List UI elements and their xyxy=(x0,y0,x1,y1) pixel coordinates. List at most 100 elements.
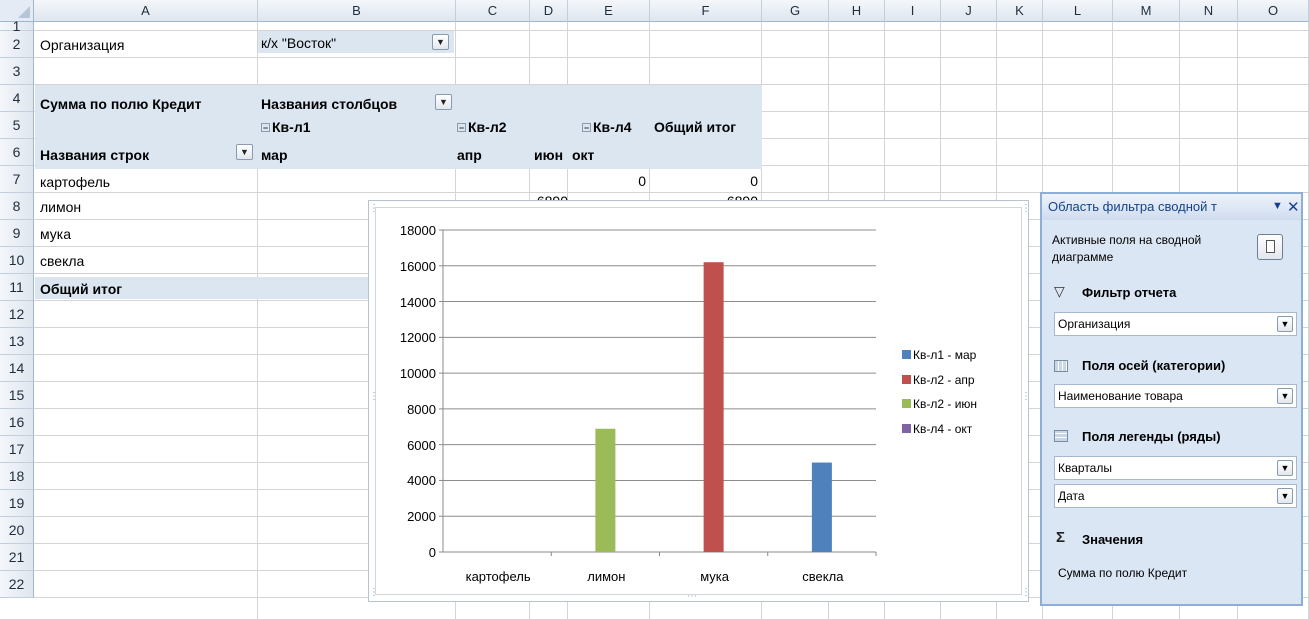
row-header-11[interactable]: 11 xyxy=(0,274,34,301)
row-header-16[interactable]: 16 xyxy=(0,409,34,436)
cell-a3[interactable]: Сумма по полю Кредит xyxy=(40,95,201,113)
cell-a8[interactable]: мука xyxy=(40,225,71,243)
row-header-5[interactable]: 5 xyxy=(0,112,34,139)
row-header-12[interactable]: 12 xyxy=(0,301,34,328)
dropdown-button[interactable]: ▼ xyxy=(1277,388,1293,404)
pane-menu-icon[interactable]: ▼ xyxy=(1272,200,1283,212)
axis-field[interactable]: Наименование товара ▼ xyxy=(1054,384,1297,408)
cell-b1[interactable]: к/х "Восток" xyxy=(261,34,336,52)
collapse-icon[interactable]: − xyxy=(457,123,466,133)
resize-handle[interactable]: ⋯ xyxy=(687,591,697,602)
column-header-e[interactable]: E xyxy=(568,0,650,22)
column-header-n[interactable]: N xyxy=(1180,0,1238,22)
column-header-l[interactable]: L xyxy=(1043,0,1113,22)
pane-title-bar[interactable]: Область фильтра сводной т xyxy=(1042,194,1301,220)
row-header-3[interactable]: 3 xyxy=(0,58,34,85)
report-filter-field[interactable]: Организация ▼ xyxy=(1054,312,1297,336)
values-field[interactable]: Сумма по полю Кредит xyxy=(1058,566,1187,580)
cell-e6[interactable]: 0 xyxy=(570,172,646,190)
x-tick-label: свекла xyxy=(802,569,844,584)
row-header-17[interactable]: 17 xyxy=(0,436,34,463)
resize-handle[interactable]: ⋮ xyxy=(369,203,379,214)
cell-b5[interactable]: мар xyxy=(261,146,288,164)
cell-a1[interactable]: Организация xyxy=(40,36,124,54)
column-header-c[interactable]: C xyxy=(456,0,530,22)
cell-a6[interactable]: картофель xyxy=(40,173,110,191)
resize-handle[interactable]: ⋮ xyxy=(1021,203,1031,214)
column-header-b[interactable]: B xyxy=(258,0,456,22)
column-header-a[interactable]: A xyxy=(34,0,258,22)
row-header-8[interactable]: 8 xyxy=(0,193,34,220)
row-header-1[interactable]: 1 xyxy=(0,19,34,33)
row-header-20[interactable]: 20 xyxy=(0,517,34,544)
row-header-6[interactable]: 6 xyxy=(0,139,34,166)
row-header-21[interactable]: 21 xyxy=(0,544,34,571)
y-tick-label: 16000 xyxy=(399,258,436,274)
resize-handle[interactable]: ⋮ xyxy=(1021,587,1031,598)
cell-c4[interactable]: − Кв-л2 xyxy=(457,118,507,136)
row-labels-dropdown[interactable]: ▼ xyxy=(236,144,253,160)
cell-a9[interactable]: свекла xyxy=(40,252,84,270)
gridline xyxy=(34,57,1309,58)
legend-item[interactable]: Кв-л2 - июн xyxy=(902,397,977,411)
legend-field-1[interactable]: Кварталы ▼ xyxy=(1054,456,1297,480)
legend-item[interactable]: Кв-л1 - мар xyxy=(902,348,976,362)
legend-item[interactable]: Кв-л4 - окт xyxy=(902,422,972,436)
column-header-h[interactable]: H xyxy=(829,0,885,22)
cell-f6[interactable]: 0 xyxy=(650,172,758,190)
field-list-icon[interactable] xyxy=(1257,234,1283,260)
filter-button[interactable]: ▼ xyxy=(432,34,449,50)
close-icon[interactable]: ✕ xyxy=(1287,198,1300,216)
column-header-o[interactable]: O xyxy=(1238,0,1309,22)
cell-a7[interactable]: лимон xyxy=(40,198,81,216)
bar[interactable] xyxy=(703,262,724,552)
cell-c5[interactable]: апр xyxy=(457,146,482,164)
legend-label: Кв-л2 - июн xyxy=(913,397,978,411)
column-header-d[interactable]: D xyxy=(530,0,568,22)
cell-e4[interactable]: − Кв-л4 xyxy=(582,118,632,136)
dropdown-button[interactable]: ▼ xyxy=(1277,460,1293,476)
resize-handle[interactable]: ⋮ xyxy=(369,391,379,402)
legend-item[interactable]: Кв-л2 - апр xyxy=(902,373,975,387)
row-header-10[interactable]: 10 xyxy=(0,247,34,274)
column-header-k[interactable]: K xyxy=(997,0,1043,22)
filter-button[interactable]: ▼ xyxy=(1277,316,1293,332)
column-header-i[interactable]: I xyxy=(885,0,941,22)
cell-a5[interactable]: Названия строк xyxy=(40,146,149,164)
row-header-14[interactable]: 14 xyxy=(0,355,34,382)
row-header-9[interactable]: 9 xyxy=(0,220,34,247)
dropdown-button[interactable]: ▼ xyxy=(1277,488,1293,504)
cell-b3[interactable]: Названия столбцов xyxy=(261,95,397,113)
column-labels-dropdown[interactable]: ▼ xyxy=(435,94,452,110)
column-header-j[interactable]: J xyxy=(941,0,997,22)
row-header-22[interactable]: 22 xyxy=(0,571,34,598)
collapse-icon[interactable]: − xyxy=(582,123,591,133)
row-header-19[interactable]: 19 xyxy=(0,490,34,517)
row-header-13[interactable]: 13 xyxy=(0,328,34,355)
row-header-4[interactable]: 4 xyxy=(0,85,34,112)
spreadsheet[interactable]: ABCDEFGHIJKLMNO 1 2 3 4 5 6 7 8 9 10 11 12 13 14 15 16 1… xyxy=(0,0,1309,619)
resize-handle[interactable]: ⋮ xyxy=(369,587,379,598)
legend-swatch xyxy=(902,399,911,408)
axis-fields-icon xyxy=(1054,360,1068,372)
cell-a10[interactable]: Общий итог xyxy=(40,280,122,298)
cell-e5[interactable]: окт xyxy=(572,146,594,164)
collapse-icon[interactable]: − xyxy=(261,123,270,133)
cell-f4[interactable]: Общий итог xyxy=(654,118,736,136)
row-header-2[interactable]: 2 xyxy=(0,31,34,58)
bar[interactable] xyxy=(595,428,616,552)
pivot-chart-filter-pane[interactable]: Область фильтра сводной т ▼ ✕ Активные п… xyxy=(1040,192,1303,606)
pivot-chart[interactable]: 0 2000 4000 6000 8000 10000 12000 14000 16000 180… xyxy=(368,200,1031,602)
legend-swatch xyxy=(902,350,911,359)
cell-d5[interactable]: июн xyxy=(534,146,563,164)
row-header-7[interactable]: 7 xyxy=(0,166,34,193)
resize-handle[interactable]: ⋮ xyxy=(1021,391,1031,402)
column-header-g[interactable]: G xyxy=(762,0,829,22)
row-header-18[interactable]: 18 xyxy=(0,463,34,490)
column-header-f[interactable]: F xyxy=(650,0,762,22)
cell-b4[interactable]: − Кв-л1 xyxy=(261,118,311,136)
row-header-15[interactable]: 15 xyxy=(0,382,34,409)
bar[interactable] xyxy=(811,462,832,552)
legend-field-2[interactable]: Дата ▼ xyxy=(1054,484,1297,508)
column-header-m[interactable]: M xyxy=(1113,0,1180,22)
